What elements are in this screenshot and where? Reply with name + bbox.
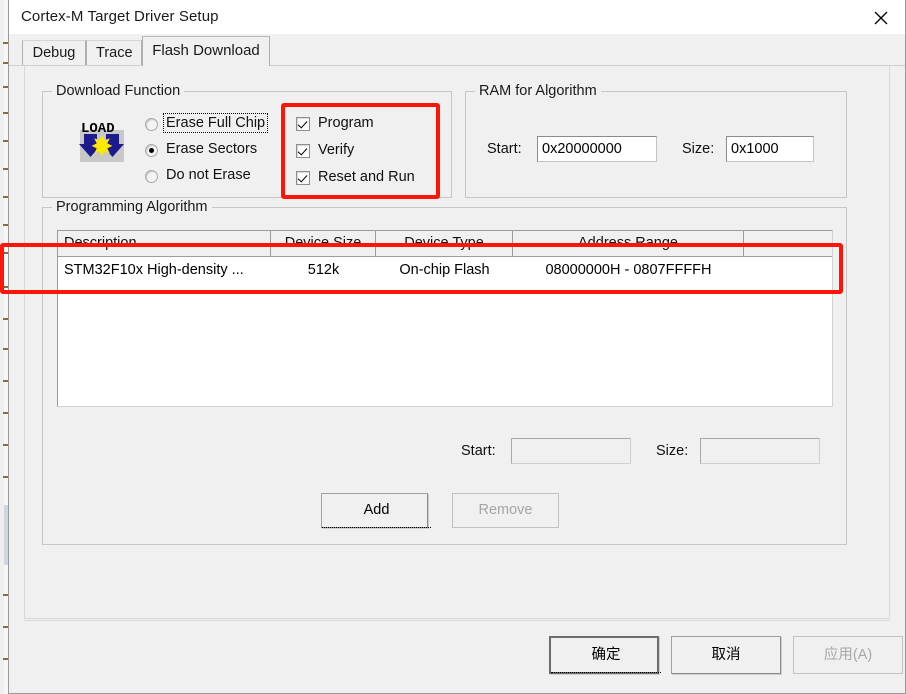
ok-button-label: 确定 bbox=[551, 638, 661, 673]
download-function-group-title: Download Function bbox=[52, 83, 185, 99]
column-header-address-range[interactable]: Address Range bbox=[513, 231, 744, 256]
check-mark bbox=[296, 144, 310, 158]
radio-do-not-erase-label: Do not Erase bbox=[166, 167, 251, 183]
checkbox-verify-label: Verify bbox=[318, 142, 355, 158]
column-header-device-type[interactable]: Device Type bbox=[376, 231, 513, 256]
column-header-description[interactable]: Description bbox=[58, 231, 271, 256]
cell-device-type: On-chip Flash bbox=[399, 262, 490, 278]
radio-mark bbox=[145, 144, 158, 157]
radio-mark bbox=[145, 118, 158, 131]
download-function-group: Download Function LOAD Erase Full Chip E… bbox=[42, 83, 452, 198]
remove-button: Remove bbox=[452, 493, 559, 528]
add-button[interactable]: Add bbox=[321, 493, 431, 528]
apply-button-label: 应用(A) bbox=[823, 647, 873, 663]
algo-start-input[interactable] bbox=[511, 438, 631, 464]
algo-size-input[interactable] bbox=[700, 438, 820, 464]
apply-button: 应用(A) bbox=[793, 636, 903, 674]
close-icon[interactable] bbox=[859, 0, 905, 33]
cancel-button[interactable]: 取消 bbox=[671, 636, 781, 674]
dialog-title: Cortex-M Target Driver Setup bbox=[21, 8, 219, 25]
add-button-label: Add bbox=[322, 494, 431, 528]
tab-debug[interactable]: Debug bbox=[22, 40, 86, 66]
target-driver-setup-dialog: Cortex-M Target Driver Setup Debug Trace… bbox=[8, 0, 906, 694]
ram-size-input[interactable]: 0x1000 bbox=[726, 136, 814, 162]
check-mark bbox=[296, 171, 310, 185]
radio-mark bbox=[145, 170, 158, 183]
algo-start-label: Start: bbox=[461, 443, 496, 459]
programming-algorithm-group-title: Programming Algorithm bbox=[52, 199, 212, 215]
remove-button-label: Remove bbox=[478, 502, 533, 518]
cell-address-range: 08000000H - 0807FFFFH bbox=[545, 262, 712, 278]
checkbox-program-label: Program bbox=[318, 115, 374, 131]
ram-start-label: Start: bbox=[487, 141, 522, 157]
algo-size-label: Size: bbox=[656, 443, 689, 459]
cancel-button-label: 取消 bbox=[711, 647, 741, 663]
table-header-row: Description Device Size Device Type Addr… bbox=[58, 231, 832, 257]
programming-algorithm-table[interactable]: Description Device Size Device Type Addr… bbox=[57, 230, 833, 407]
footer-separator bbox=[24, 620, 890, 621]
ram-size-label: Size: bbox=[682, 141, 715, 157]
table-row[interactable]: STM32F10x High-density ... 512k On-chip … bbox=[58, 257, 832, 284]
tab-strip: Debug Trace Flash Download bbox=[9, 34, 905, 66]
ram-for-algorithm-group-title: RAM for Algorithm bbox=[475, 83, 601, 99]
cell-description: STM32F10x High-density ... bbox=[64, 262, 244, 278]
flash-download-panel: Download Function LOAD Erase Full Chip E… bbox=[24, 66, 890, 619]
load-flash-icon: LOAD bbox=[75, 116, 129, 164]
tab-flash-download[interactable]: Flash Download bbox=[142, 36, 270, 66]
column-header-device-size[interactable]: Device Size bbox=[271, 231, 376, 256]
radio-erase-sectors-label: Erase Sectors bbox=[166, 141, 258, 157]
radio-erase-full-chip-label: Erase Full Chip bbox=[162, 113, 269, 133]
check-mark bbox=[296, 117, 310, 131]
ram-for-algorithm-group: RAM for Algorithm Start: 0x20000000 Size… bbox=[465, 83, 847, 198]
cell-spacer bbox=[744, 257, 832, 283]
tab-trace[interactable]: Trace bbox=[86, 40, 142, 66]
editor-gutter bbox=[0, 0, 4, 694]
checkbox-reset-and-run-label: Reset and Run bbox=[318, 169, 415, 185]
ram-start-input[interactable]: 0x20000000 bbox=[537, 136, 657, 162]
cell-device-size: 512k bbox=[307, 262, 340, 278]
column-header-spacer[interactable] bbox=[744, 231, 832, 256]
dialog-titlebar: Cortex-M Target Driver Setup bbox=[9, 0, 905, 35]
ok-button[interactable]: 确定 bbox=[549, 636, 661, 674]
programming-algorithm-group: Programming Algorithm Description Device… bbox=[42, 199, 847, 545]
